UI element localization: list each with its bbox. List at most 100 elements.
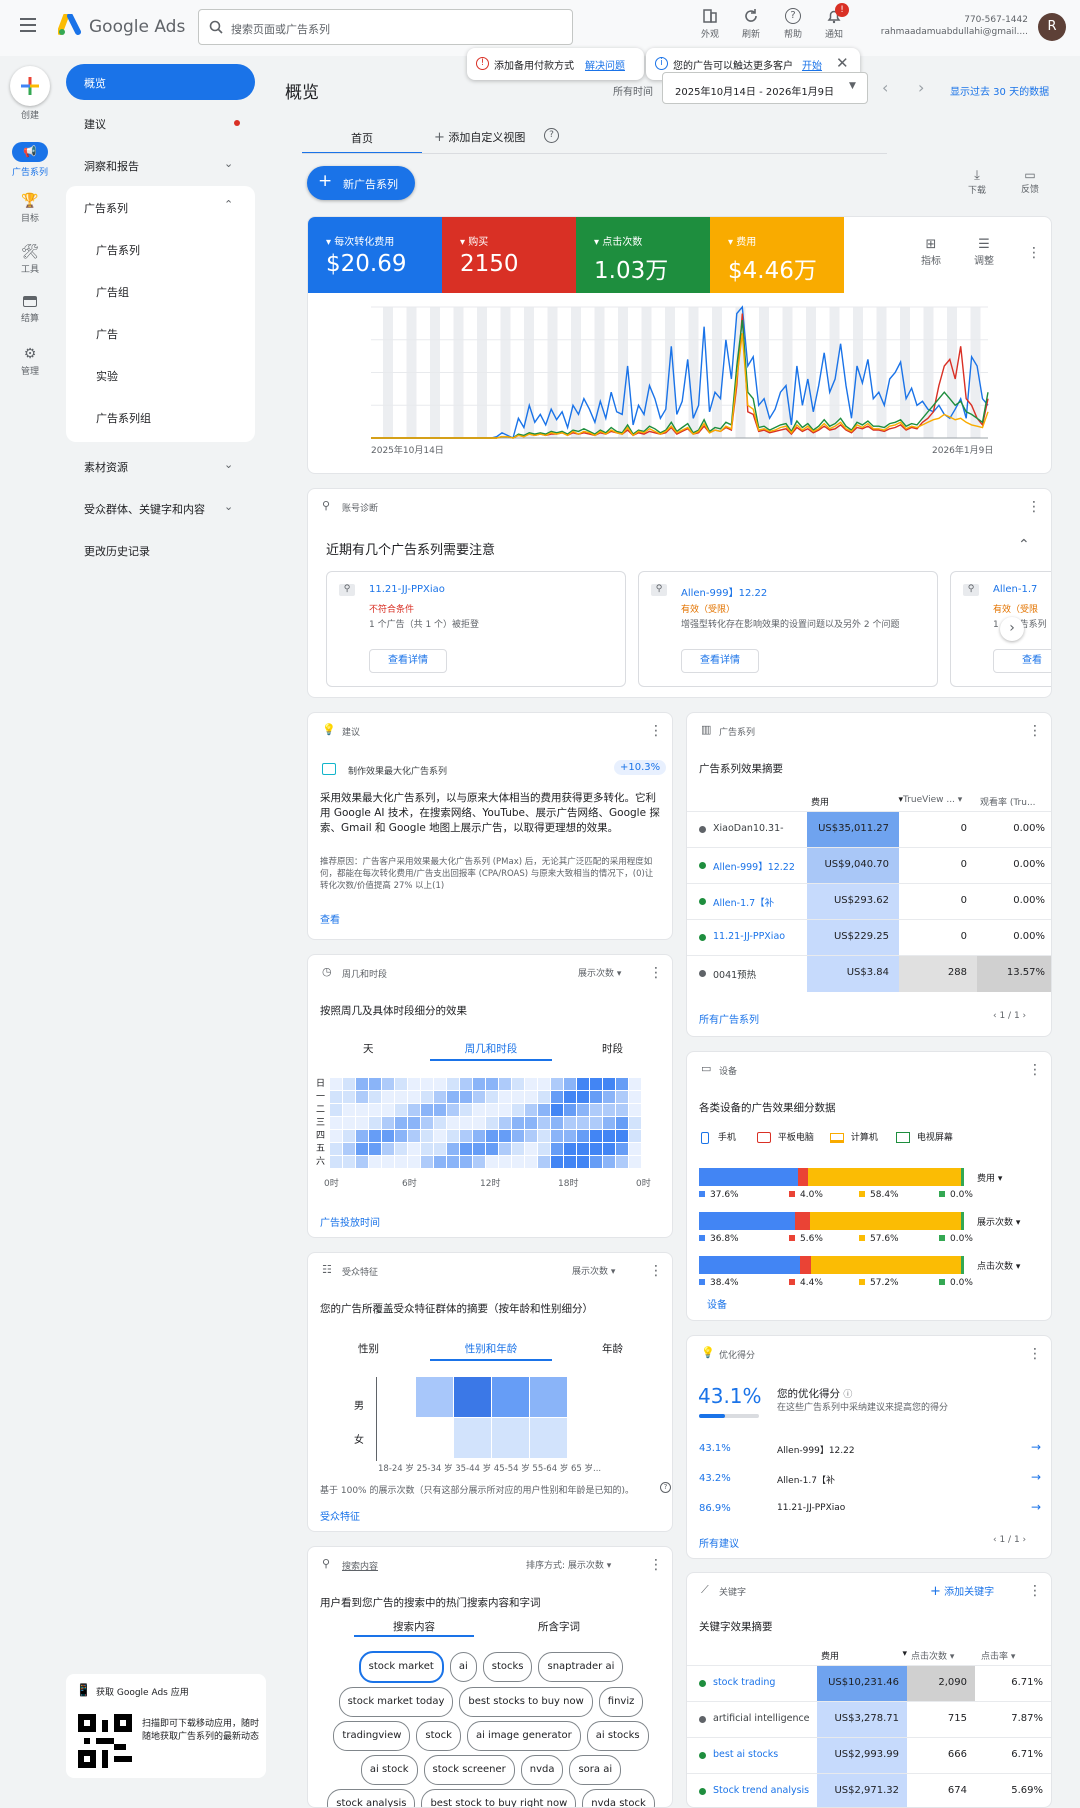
ad-schedule-link[interactable]: 广告投放时间 <box>320 1214 380 1229</box>
chevron-up-icon[interactable]: ⌃ <box>1018 537 1030 553</box>
appearance-button[interactable]: 外观 <box>698 8 722 40</box>
all-campaigns-link[interactable]: 所有广告系列 <box>699 1011 759 1026</box>
help-circle-icon[interactable]: ⓘ <box>843 1390 852 1400</box>
col-header-trueview[interactable]: TrueView ... ▾ <box>903 795 973 805</box>
nav-sub-adgroups[interactable]: 广告组 <box>96 284 129 300</box>
search-term-chip[interactable]: best stocks to buy now <box>459 1687 593 1717</box>
more-menu-icon[interactable]: ⋮ <box>1027 1346 1043 1362</box>
diagnostic-campaign-name[interactable]: Allen-999】12.22 <box>681 584 767 599</box>
device-metric-select[interactable]: 展示次数 ▾ <box>977 1215 1020 1228</box>
keyword-name[interactable]: stock trading <box>713 1677 775 1688</box>
arrow-right-icon[interactable]: → <box>1031 1500 1041 1514</box>
last30-link[interactable]: 显示过去 30 天的数据 <box>950 83 1049 98</box>
view-details-button[interactable]: 查看详情 <box>369 649 447 673</box>
nav-campaigns-group[interactable]: 广告系列 ⌃ <box>84 198 234 216</box>
metric-tile[interactable]: ▾ 费用 $4.46万 <box>710 217 844 293</box>
search-term-chip[interactable]: stock market <box>358 1651 444 1683</box>
nav-sub-campaigns[interactable]: 广告系列 <box>96 242 140 258</box>
nav-history[interactable]: 更改历史记录 <box>84 543 150 559</box>
table-row[interactable]: stock trading US$10,231.46 2,090 6.71% <box>687 1665 1051 1702</box>
more-menu-icon[interactable]: ⋮ <box>1026 245 1042 261</box>
keyword-name[interactable]: best ai stocks <box>713 1749 778 1760</box>
nav-insights[interactable]: 洞察和报告 ⌄ <box>84 157 234 174</box>
more-menu-icon[interactable]: ⋮ <box>648 965 664 981</box>
nav-sub-campaign-groups[interactable]: 广告系列组 <box>96 410 151 426</box>
more-menu-icon[interactable]: ⋮ <box>648 1263 664 1279</box>
col-header-ctr[interactable]: 点击率 ▾ <box>981 1649 1045 1662</box>
table-row[interactable]: 0041预热 US$3.84 288 13.57% <box>687 955 1051 992</box>
daytime-tab-daytime[interactable]: 周几和时段 <box>430 1033 552 1061</box>
search-term-chip[interactable]: tradingview <box>333 1721 411 1751</box>
recommend-view-link[interactable]: 查看 <box>320 911 340 926</box>
prev-period-icon[interactable]: ‹ <box>882 78 888 97</box>
rail-tools[interactable]: 🛠 工具 <box>0 244 60 275</box>
metric-tile[interactable]: ▾ 每次转化费用 $20.69 <box>308 217 442 293</box>
metric-tile[interactable]: ▾ 点击次数 1.03万 <box>576 217 710 293</box>
table-row[interactable]: Stock trend analysis US$2,971.32 674 5.69% <box>687 1773 1051 1807</box>
view-details-button[interactable]: 查看 <box>993 649 1051 673</box>
devices-link[interactable]: 设备 <box>707 1296 727 1311</box>
arrow-right-icon[interactable]: → <box>1031 1470 1041 1484</box>
search-term-chip[interactable]: stock analysis <box>327 1789 416 1807</box>
notifications-button[interactable]: 通知 ! <box>822 3 849 40</box>
adjust-button[interactable]: ☰ 调整 <box>969 237 999 267</box>
menu-icon[interactable] <box>20 18 36 32</box>
search-term-chip[interactable]: finviz <box>598 1687 644 1717</box>
account-info[interactable]: 770-567-1442 rahmaadamuabdullahi@gmail..… <box>860 15 1028 37</box>
device-metric-select[interactable]: 点击次数 ▾ <box>977 1259 1020 1272</box>
daytime-tab-day[interactable]: 天 <box>363 1041 374 1056</box>
campaign-name[interactable]: Allen-1.7【补 <box>713 895 774 909</box>
search-terms-sort[interactable]: 排序方式: 展示次数 ▾ <box>526 1558 611 1571</box>
audience-tab-genderage[interactable]: 性别和年龄 <box>430 1333 552 1361</box>
search-term-chip[interactable]: ai stock <box>360 1755 418 1785</box>
metric-tile[interactable]: ▾ 购买 2150 <box>442 217 576 293</box>
search-term-chip[interactable]: ai <box>449 1652 477 1682</box>
tab-add-view[interactable]: + 添加自定义视图 <box>434 129 525 145</box>
more-menu-icon[interactable]: ⋮ <box>1027 1583 1043 1599</box>
avatar[interactable]: R <box>1038 13 1066 41</box>
daytime-tab-hour[interactable]: 时段 <box>602 1041 623 1056</box>
create-button[interactable] <box>10 66 50 106</box>
table-row[interactable]: 11.21-JJ-PPXiao US$229.25 0 0.00% <box>687 919 1051 956</box>
campaign-name[interactable]: 11.21-JJ-PPXiao <box>713 931 785 942</box>
audience-tab-gender[interactable]: 性别 <box>358 1341 379 1356</box>
col-header-cost[interactable]: 费用 ▾ <box>821 1649 907 1662</box>
nav-sub-ads[interactable]: 广告 <box>96 326 118 342</box>
diagnostic-campaign-name[interactable]: 11.21-JJ-PPXiao <box>369 584 445 595</box>
rail-billing[interactable]: 结算 <box>0 296 60 324</box>
nav-audiences[interactable]: 受众群体、关键字和内容 ⌄ <box>84 500 234 517</box>
next-period-icon[interactable]: › <box>918 78 924 97</box>
google-ads-logo[interactable] <box>58 14 82 36</box>
search-term-chip[interactable]: best stock to buy right now <box>421 1789 577 1807</box>
rail-campaigns[interactable]: 📢 广告系列 <box>0 142 60 178</box>
more-menu-icon[interactable]: ⋮ <box>1026 499 1042 515</box>
reach-alert-link[interactable]: 开始 <box>802 57 822 72</box>
nav-overview[interactable]: 概览 <box>66 64 255 100</box>
date-range-picker[interactable]: 2025年10月14日 - 2026年1月9日 ▼ <box>662 72 868 104</box>
audience-link[interactable]: 受众特征 <box>320 1508 360 1523</box>
payment-alert-link[interactable]: 解决问题 <box>585 57 625 72</box>
table-row[interactable]: best ai stocks US$2,993.99 666 6.71% <box>687 1737 1051 1774</box>
search-term-chip[interactable]: ai image generator <box>466 1721 581 1751</box>
col-header-rate[interactable]: 观看率 (Tru... <box>980 795 1051 808</box>
search-terms-header[interactable]: 搜索内容 <box>342 1559 378 1572</box>
search-term-chip[interactable]: stocks <box>482 1652 533 1682</box>
col-header-clicks[interactable]: 点击次数 ▾ <box>911 1649 975 1662</box>
device-metric-select[interactable]: 费用 ▾ <box>977 1171 1002 1184</box>
more-menu-icon[interactable]: ⋮ <box>1027 1062 1043 1078</box>
metrics-button[interactable]: ⊞ 指标 <box>916 237 946 267</box>
search-term-chip[interactable]: sora ai <box>569 1755 622 1785</box>
table-row[interactable]: XiaoDan10.31- US$35,011.27 0 0.00% <box>687 811 1051 848</box>
feedback-button[interactable]: ▭ 反馈 <box>1015 168 1045 195</box>
help-button[interactable]: ? 帮助 <box>781 8 805 40</box>
more-menu-icon[interactable]: ⋮ <box>1027 723 1043 739</box>
diagnostic-campaign-name[interactable]: Allen-1.7 <box>993 584 1037 595</box>
nav-recommendations[interactable]: 建议 <box>84 116 244 132</box>
audience-sort[interactable]: 展示次数 ▾ <box>572 1264 615 1277</box>
search-term-chip[interactable]: nvda <box>520 1755 564 1785</box>
table-row[interactable]: artificial intelligence US$3,278.71 715 7.8… <box>687 1701 1051 1738</box>
search-term-chip[interactable]: stock screener <box>423 1755 515 1785</box>
view-details-button[interactable]: 查看详情 <box>681 649 759 673</box>
search-words-tab[interactable]: 所含字词 <box>538 1619 580 1634</box>
arrow-right-icon[interactable]: → <box>1031 1440 1041 1454</box>
